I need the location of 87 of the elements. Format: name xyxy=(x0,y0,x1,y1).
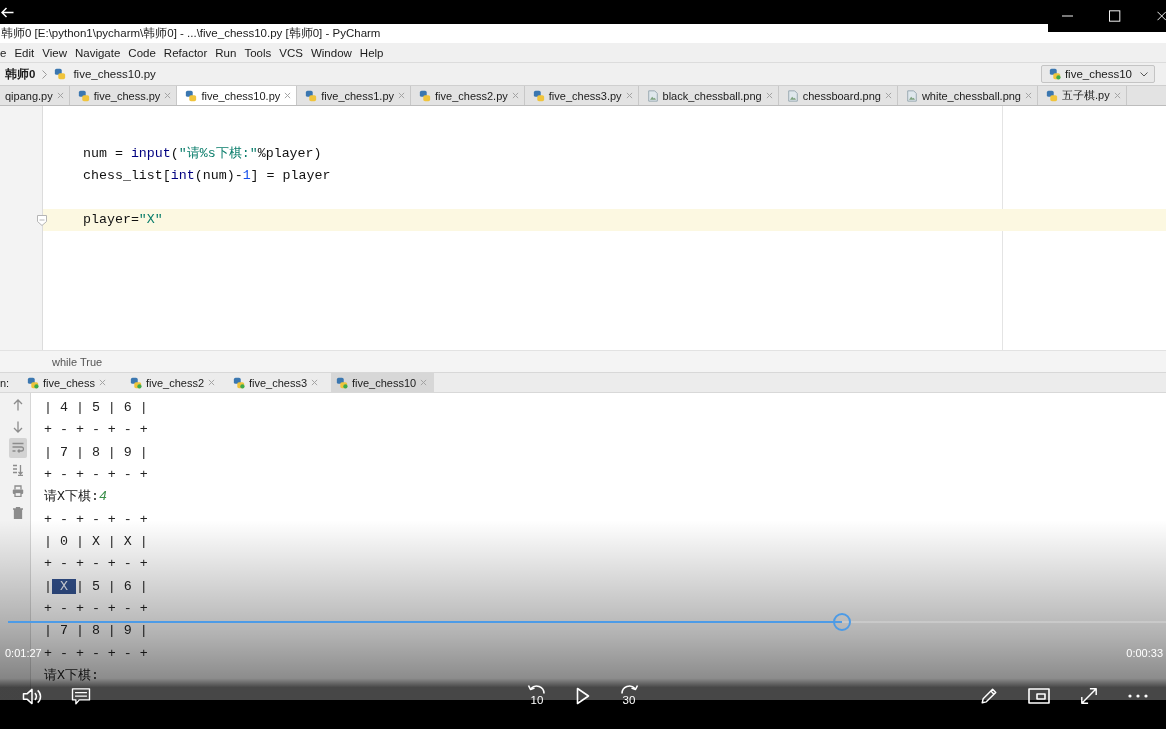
subtitles-icon[interactable] xyxy=(71,687,91,705)
more-icon[interactable] xyxy=(1128,694,1148,698)
python-file-icon xyxy=(1046,89,1058,102)
menu-item[interactable]: Edit xyxy=(10,46,39,59)
python-file-icon xyxy=(419,89,432,102)
menu-item[interactable]: Navigate xyxy=(70,46,125,59)
editor-tab[interactable]: chessboard.png xyxy=(778,86,898,105)
menu-item[interactable]: Help xyxy=(355,46,388,59)
console-line: + - + - + - + xyxy=(44,557,148,572)
progress-thumb[interactable] xyxy=(832,613,851,631)
maximize-icon[interactable] xyxy=(1109,10,1121,22)
editor-tab[interactable]: qipang.py xyxy=(0,86,70,105)
code-breadcrumb[interactable]: while True xyxy=(52,355,103,368)
printer-icon[interactable] xyxy=(11,485,24,497)
run-tab[interactable]: five_chess3 xyxy=(228,373,331,392)
python-run-icon xyxy=(336,376,348,389)
editor-tab[interactable]: 五子棋.py xyxy=(1038,86,1127,105)
editor-tab[interactable]: five_chess2.py xyxy=(411,86,525,105)
console-line: | 7 | 8 | 9 | xyxy=(44,445,148,460)
soft-wrap-toggle[interactable] xyxy=(8,438,27,458)
editor-tab[interactable]: white_chessball.png xyxy=(897,86,1038,105)
console-line: | 0 | X | X | xyxy=(44,535,148,550)
menu-item[interactable]: Tools xyxy=(240,46,276,59)
mini-view-icon[interactable] xyxy=(1028,688,1050,704)
console-line: + - + - + - + xyxy=(44,646,148,661)
menu-item[interactable]: Code xyxy=(124,46,160,59)
remaining-time: 0:00:33 xyxy=(1126,647,1163,659)
console-line: + - + - + - + xyxy=(44,512,148,527)
console-line: + - + - + - + xyxy=(44,602,148,617)
caret-icon xyxy=(1140,71,1148,77)
menu-item[interactable]: Refactor xyxy=(159,46,212,59)
run-tab[interactable]: five_chess2 xyxy=(125,373,228,392)
volume-icon[interactable] xyxy=(22,687,42,705)
image-file-icon xyxy=(905,89,918,102)
menu-item[interactable]: View xyxy=(38,46,71,59)
editor-tab[interactable]: five_chess1.py xyxy=(297,86,412,105)
run-tab[interactable]: five_chess xyxy=(22,373,125,392)
console-line: + - + - + - + xyxy=(44,423,148,438)
console-line: 请X下棋: xyxy=(44,669,99,684)
menu-item[interactable]: Run xyxy=(211,46,241,59)
python-file-icon xyxy=(532,89,545,102)
up-arrow-icon[interactable] xyxy=(11,399,24,411)
window-title: 韩师0 [E:\python1\pycharm\韩师0] - ...\five_chess10.py [韩师0] - PyCharm xyxy=(1,27,381,39)
elapsed-time: 0:01:27 xyxy=(5,647,42,659)
console-line: 请X下棋:4 xyxy=(44,490,107,505)
skip-back-button[interactable]: 10 xyxy=(525,684,549,708)
menu-item[interactable]: VCS xyxy=(275,46,307,59)
fullscreen-icon[interactable] xyxy=(1080,687,1098,705)
python-run-icon xyxy=(1048,68,1061,80)
python-file-icon xyxy=(77,89,90,102)
image-file-icon xyxy=(646,89,659,102)
python-file-icon xyxy=(305,89,318,102)
menu-item[interactable]: Window xyxy=(306,46,356,59)
editor-tab[interactable]: five_chess3.py xyxy=(524,86,639,105)
run-tab[interactable]: five_chess10 xyxy=(331,373,434,392)
python-file-icon xyxy=(54,68,67,80)
menu-item[interactable]: e xyxy=(0,46,11,59)
console-line: | 4 | 5 | 6 | xyxy=(44,401,148,416)
rewind-arrow-icon[interactable] xyxy=(527,684,547,694)
editor-tab[interactable]: black_chessball.png xyxy=(638,86,779,105)
python-run-icon xyxy=(27,376,39,389)
pen-icon[interactable] xyxy=(980,687,998,705)
image-file-icon xyxy=(786,89,799,102)
play-icon[interactable] xyxy=(576,687,590,705)
python-file-icon xyxy=(185,89,198,102)
console-line: | X | 5 | 6 | xyxy=(44,579,148,594)
trash-icon[interactable] xyxy=(11,506,24,519)
breadcrumb-item[interactable]: 韩师0 xyxy=(5,66,36,82)
back-arrow-icon[interactable] xyxy=(1,6,14,18)
fold-marker-icon[interactable] xyxy=(37,215,47,226)
console-line: + - + - + - + xyxy=(44,468,148,483)
code-line: num = input("请%s下棋:"%player) xyxy=(83,145,322,163)
python-run-icon xyxy=(233,376,245,389)
run-label: n: xyxy=(0,376,11,389)
run-config-dropdown[interactable]: five_chess10 xyxy=(1040,65,1155,83)
console-line: | 7 | 8 | 9 | xyxy=(44,624,148,639)
skip-forward-button[interactable]: 30 xyxy=(617,684,641,708)
breadcrumb-item[interactable]: five_chess10.py xyxy=(73,68,156,80)
chevron-icon xyxy=(42,69,48,79)
code-line: chess_list[int(num)-1] = player xyxy=(83,167,331,185)
minimize-icon[interactable] xyxy=(1062,15,1074,17)
editor-tab[interactable]: five_chess10.py xyxy=(177,86,298,105)
soft-wrap-icon[interactable] xyxy=(11,442,24,454)
down-arrow-icon[interactable] xyxy=(11,420,24,433)
forward-arrow-icon[interactable] xyxy=(619,684,639,694)
python-run-icon xyxy=(130,376,142,389)
scroll-to-end-icon[interactable] xyxy=(11,463,24,476)
